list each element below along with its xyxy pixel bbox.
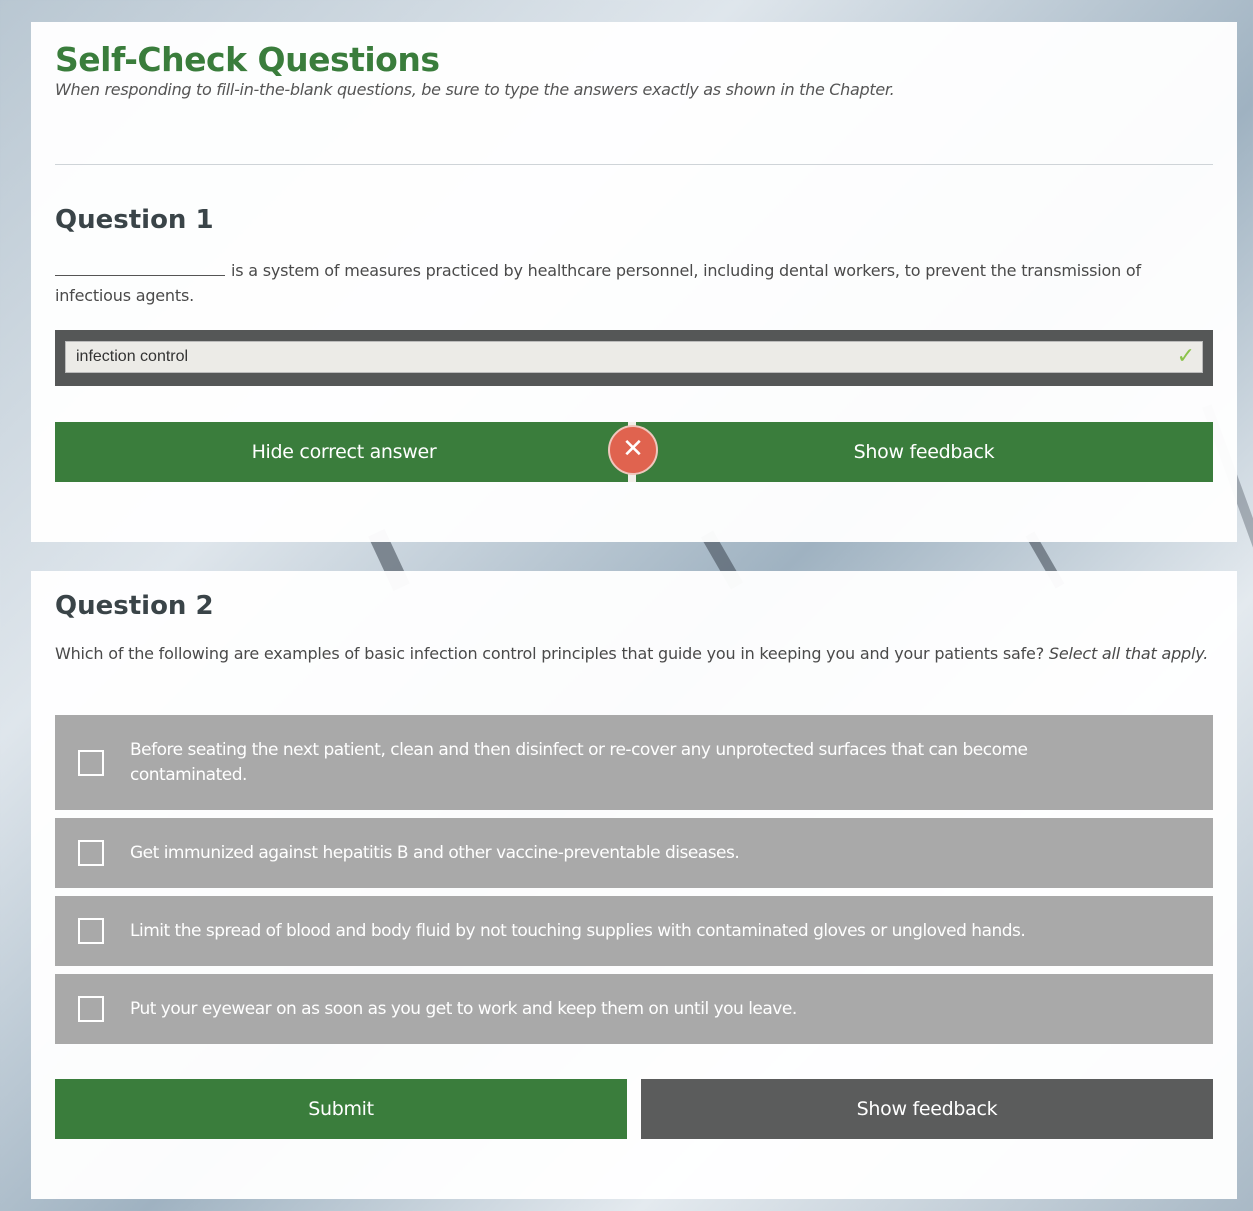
question-2-prompt: Which of the following are examples of b… bbox=[55, 644, 1044, 663]
close-x-icon[interactable]: ✕ bbox=[608, 425, 658, 475]
question-2-panel: Question 2 Which of the following are ex… bbox=[31, 571, 1237, 1199]
page-subtitle: When responding to fill-in-the-blank que… bbox=[55, 80, 895, 99]
answer-option-label: Get immunized against hepatitis B and ot… bbox=[130, 842, 740, 863]
submit-button[interactable]: Submit bbox=[55, 1079, 627, 1139]
show-feedback-button[interactable]: Show feedback bbox=[641, 1079, 1213, 1139]
question-1-buttons: Hide correct answer Show feedback ✕ bbox=[55, 422, 1213, 482]
question-1-heading: Question 1 bbox=[55, 205, 214, 235]
question-2-buttons: Submit Show feedback bbox=[55, 1079, 1213, 1139]
check-icon: ✓ bbox=[1176, 344, 1195, 369]
checkbox[interactable] bbox=[78, 749, 104, 776]
question-2-heading: Question 2 bbox=[55, 591, 214, 621]
answer-input[interactable]: infection control bbox=[65, 341, 1203, 373]
hide-correct-answer-button[interactable]: Hide correct answer bbox=[55, 422, 633, 482]
checkbox[interactable] bbox=[78, 918, 104, 944]
answer-option-label: Limit the spread of blood and body fluid… bbox=[130, 920, 1026, 941]
page-title: Self-Check Questions bbox=[55, 40, 440, 79]
answer-option[interactable]: Put your eyewear on as soon as you get t… bbox=[55, 974, 1213, 1044]
answer-options: Before seating the next patient, clean a… bbox=[55, 715, 1213, 1052]
answer-option-label: Before seating the next patient, clean a… bbox=[130, 739, 1028, 785]
question-1-panel: Self-Check Questions When responding to … bbox=[31, 22, 1237, 542]
answer-option[interactable]: Before seating the next patient, clean a… bbox=[55, 715, 1213, 810]
checkbox[interactable] bbox=[78, 840, 104, 866]
question-1-text: is a system of measures practiced by hea… bbox=[55, 258, 1213, 308]
divider bbox=[55, 164, 1213, 165]
question-2-instruction: Select all that apply. bbox=[1048, 644, 1209, 663]
fill-in-blank bbox=[55, 261, 225, 276]
checkbox[interactable] bbox=[78, 996, 104, 1022]
answer-option-label: Put your eyewear on as soon as you get t… bbox=[130, 998, 797, 1019]
answer-option[interactable]: Get immunized against hepatitis B and ot… bbox=[55, 818, 1213, 888]
answer-frame: infection control ✓ bbox=[55, 330, 1213, 386]
question-2-text: Which of the following are examples of b… bbox=[55, 641, 1213, 666]
answer-option[interactable]: Limit the spread of blood and body fluid… bbox=[55, 896, 1213, 966]
show-feedback-button[interactable]: Show feedback bbox=[635, 422, 1213, 482]
